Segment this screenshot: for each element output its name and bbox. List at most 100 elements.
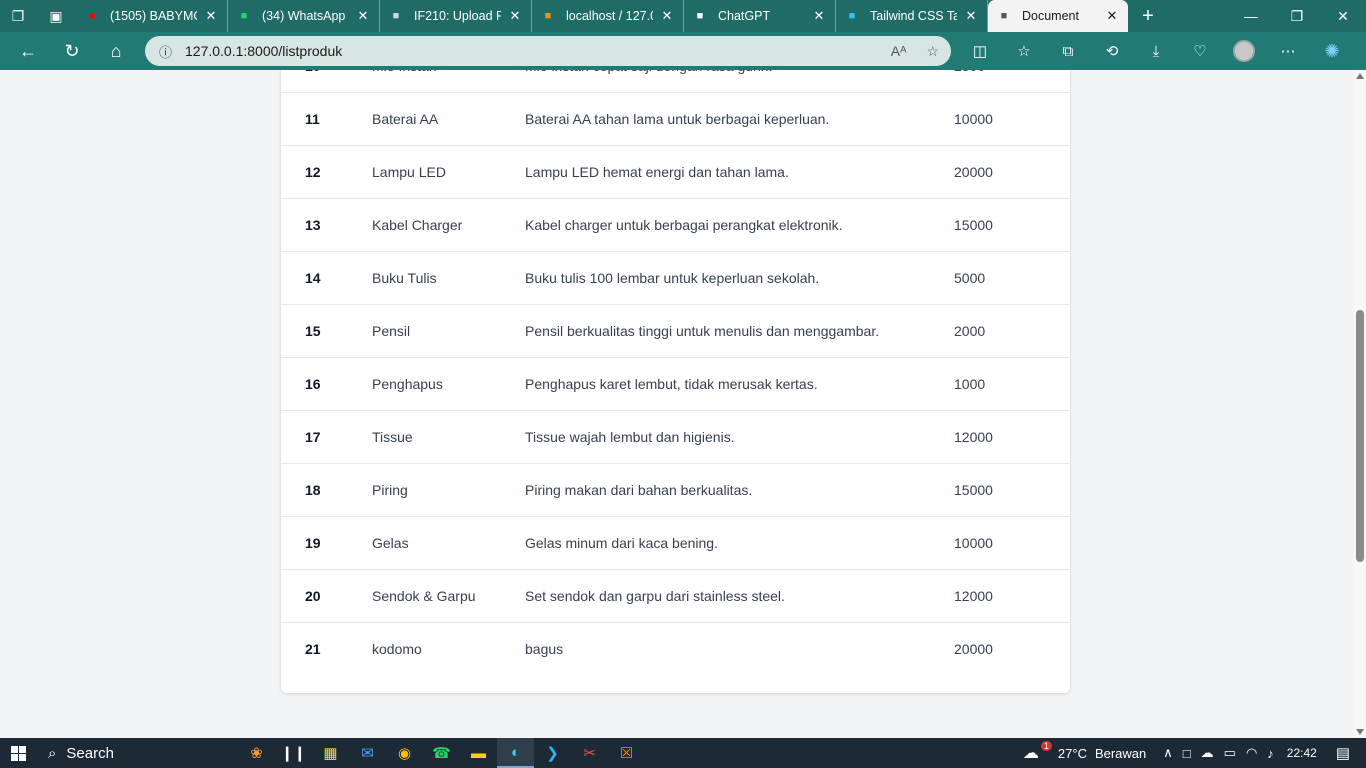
notifications-icon[interactable]: ▤ [1336,744,1350,762]
snipping-tool-icon[interactable]: ✂ [571,738,608,768]
table-row: 14 Buku Tulis Buku tulis 100 lembar untuk … [281,252,1070,305]
new-tab-button[interactable]: + [1130,0,1166,32]
weather-widget[interactable]: ☁ 1 27°C Berawan [1023,741,1147,763]
collections-icon[interactable]: ⧉ [1046,32,1090,70]
address-toolbar: ← ↻ ⌂ ⓘ 127.0.0.1:8000/listproduk Aᴬ ☆ ◫… [0,32,1366,70]
profile-avatar[interactable] [1222,32,1266,70]
close-tab-icon[interactable]: ✕ [507,8,523,24]
scroll-down-arrow-icon[interactable] [1356,729,1364,735]
scroll-up-arrow-icon[interactable] [1356,73,1364,79]
product-id: 19 [305,535,321,551]
close-window-icon[interactable]: ✕ [1320,0,1366,32]
restore-icon[interactable]: ❐ [1274,0,1320,32]
performance-icon[interactable]: ♡ [1178,32,1222,70]
product-id: 15 [305,323,321,339]
onedrive-icon[interactable]: ☁ [1201,745,1214,761]
downloads-icon[interactable]: ⤓ [1134,32,1178,70]
file-explorer-icon[interactable]: ▬ [460,738,497,768]
minimize-icon[interactable]: — [1228,0,1274,32]
close-tab-icon[interactable]: ✕ [659,8,675,24]
read-aloud-icon[interactable]: Aᴬ [891,43,907,59]
table-row: 17 Tissue Tissue wajah lembut dan higienis… [281,411,1070,464]
search-icon: ⌕ [48,744,57,762]
browser-tab[interactable]: ■ IF210: Upload Praktikum ✕ [380,0,532,32]
product-price: 2000 [954,323,986,339]
product-id: 13 [305,217,321,233]
page-icon: ■ [392,10,400,22]
product-price: 20000 [954,641,993,657]
browser-tab[interactable]: ■ (34) WhatsApp ✕ [228,0,380,32]
browser-tab[interactable]: ■ ChatGPT ✕ [684,0,836,32]
product-description: Set sendok dan garpu dari stainless stee… [525,588,785,604]
product-price: 5000 [954,270,986,286]
site-info-icon[interactable]: ⓘ [159,42,185,61]
table-row: 15 Pensil Pensil berkualitas tinggi untuk … [281,305,1070,358]
xampp-icon[interactable]: ☒ [608,738,645,768]
split-screen-icon[interactable]: ◫ [958,32,1002,70]
table-row: 16 Penghapus Penghapus karet lembut, tidak… [281,358,1070,411]
tailwind-icon: ■ [848,10,856,22]
tab-title: (1505) BABYMONSTER [110,9,197,23]
tab-title: localhost / 127.0.0.1 [566,9,653,23]
url-text[interactable]: 127.0.0.1:8000/listproduk [185,43,342,59]
start-button[interactable] [0,738,36,768]
widgets-icon[interactable]: ❀ [238,738,275,768]
battery-icon[interactable]: ▭ [1224,745,1236,761]
chevron-up-icon[interactable]: ∧ [1163,745,1173,761]
whatsapp-app-icon[interactable]: ☎ [423,738,460,768]
browser-tab-bar: ❐ ▣ ■(1505) BABYMONSTER✕■(34) WhatsApp✕■… [0,0,1366,32]
microsoft-store-icon[interactable]: ▦ [312,738,349,768]
product-name: Sendok & Garpu [372,588,476,604]
table-row: 18 Piring Piring makan dari bahan berkuali… [281,464,1070,517]
product-name: Mie Instan [372,70,437,93]
close-tab-icon[interactable]: ✕ [1104,8,1120,24]
wifi-icon[interactable]: ◠ [1246,745,1257,761]
volume-icon[interactable]: ♪ [1267,746,1274,761]
favorite-star-icon[interactable]: ☆ [926,43,939,60]
product-name: Buku Tulis [372,270,437,286]
product-name: Lampu LED [372,164,446,180]
product-name: Pensil [372,323,411,339]
tab-actions-icon[interactable]: ▣ [36,0,76,32]
document-icon: ■ [1000,10,1008,22]
address-bar[interactable]: ⓘ 127.0.0.1:8000/listproduk Aᴬ ☆ [145,36,951,66]
vscode-icon[interactable]: ❯ [534,738,571,768]
product-price: 10000 [954,111,993,127]
more-options-icon[interactable]: ⋯ [1266,32,1310,70]
close-tab-icon[interactable]: ✕ [811,8,827,24]
product-price: 10000 [954,535,993,551]
favorites-icon[interactable]: ☆ [1002,32,1046,70]
taskbar-apps: ❀ ❙❙ ▦ ✉ ◉ ☎ ▬ ◐ ❯ ✂ ☒ [238,738,645,768]
browser-tab[interactable]: ■ localhost / 127.0.0.1 ✕ [532,0,684,32]
copilot-icon[interactable]: ✺ [1310,32,1354,70]
scrollbar-thumb[interactable] [1356,310,1364,562]
tab-title: IF210: Upload Praktikum [414,9,501,23]
camera-icon[interactable]: □ [1183,746,1191,761]
chrome-icon[interactable]: ◉ [386,738,423,768]
windows-taskbar: ⌕ Search ❀ ❙❙ ▦ ✉ ◉ ☎ ▬ ◐ ❯ ✂ ☒ ☁ 1 27°C… [0,738,1366,768]
browser-tab[interactable]: ■ (1505) BABYMONSTER ✕ [76,0,228,32]
product-price: 12000 [954,588,993,604]
edge-icon[interactable]: ◐ [497,738,534,768]
taskbar-search[interactable]: ⌕ Search [36,738,226,768]
task-view-icon[interactable]: ❙❙ [275,738,312,768]
product-id: 18 [305,482,321,498]
close-tab-icon[interactable]: ✕ [203,8,219,24]
clock-time[interactable]: 22:42 [1287,746,1317,760]
page-scrollbar[interactable] [1354,70,1366,738]
close-tab-icon[interactable]: ✕ [963,8,979,24]
refresh-icon[interactable]: ↻ [50,32,94,70]
workspaces-icon[interactable]: ❐ [0,0,36,32]
history-icon[interactable]: ⟲ [1090,32,1134,70]
product-id: 11 [305,111,320,127]
browser-tab[interactable]: ■ Tailwind CSS Table ✕ [836,0,988,32]
mail-icon[interactable]: ✉ [349,738,386,768]
product-description: Buku tulis 100 lembar untuk keperluan se… [525,270,820,286]
close-tab-icon[interactable]: ✕ [355,8,371,24]
weather-desc: Berawan [1094,745,1147,761]
back-icon[interactable]: ← [6,32,50,70]
browser-tab[interactable]: ■ Document ✕ [988,0,1128,32]
tab-title: Document [1022,9,1079,23]
browser-tools: ◫ ☆ ⧉ ⟲ ⤓ ♡ ⋯ ✺ [958,32,1354,70]
home-icon[interactable]: ⌂ [94,32,138,70]
